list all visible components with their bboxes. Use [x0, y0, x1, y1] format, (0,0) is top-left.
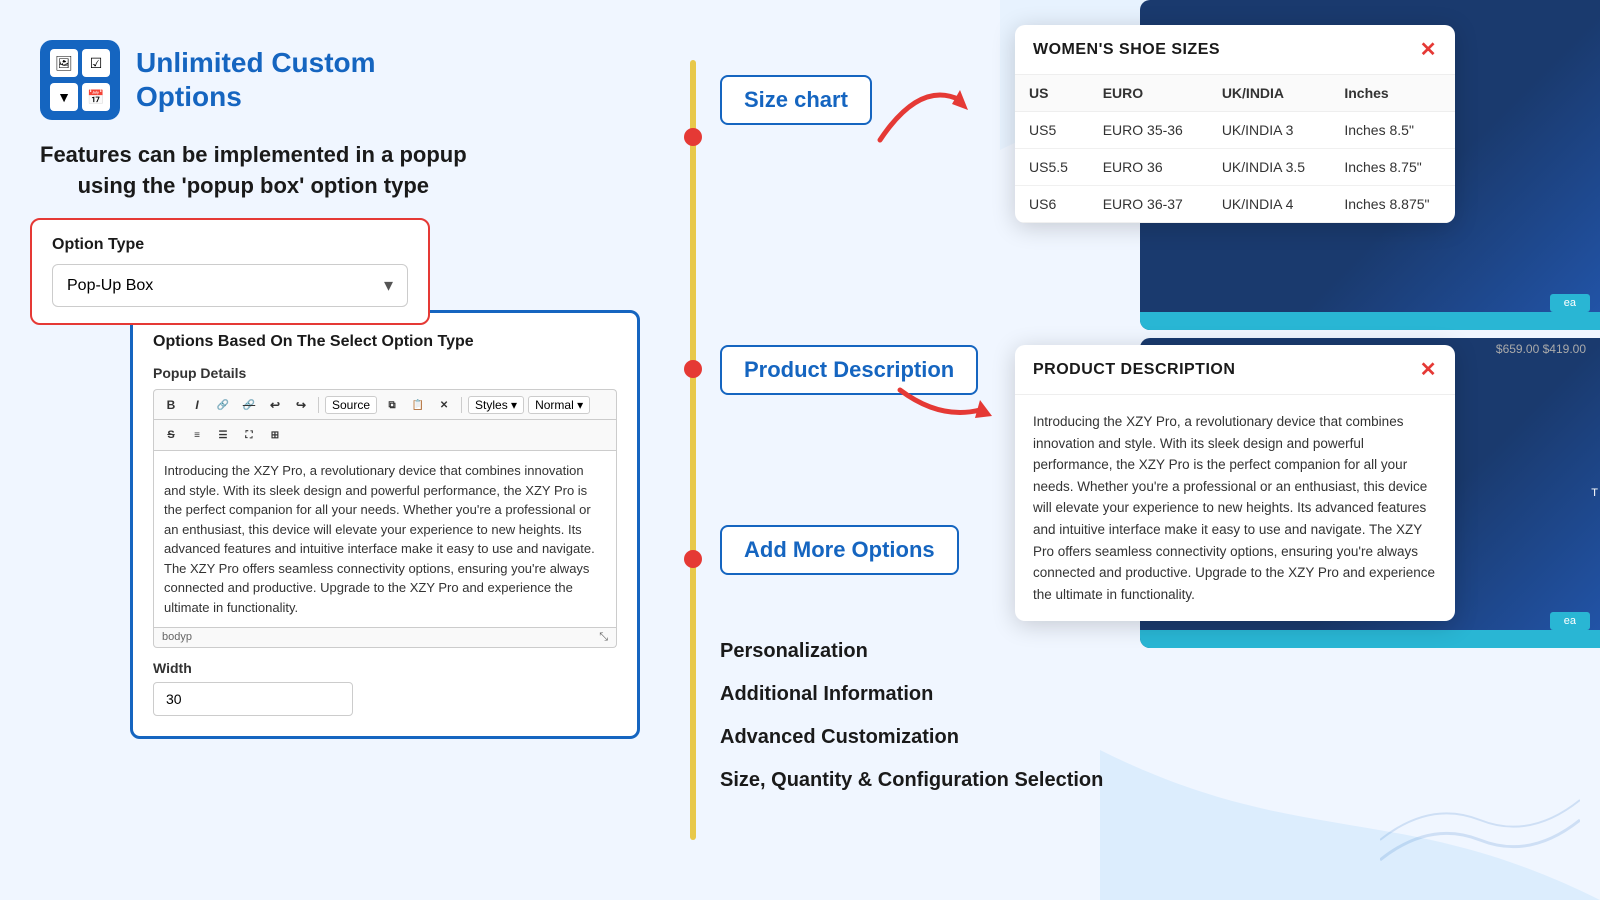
feature-item-advanced: Advanced Customization — [720, 726, 1103, 749]
product-desc-header: PRODUCT DESCRIPTION ✕ — [1015, 345, 1455, 395]
option-type-value: Pop-Up Box — [67, 277, 153, 295]
cell-uk6: UK/INDIA 4 — [1208, 186, 1331, 223]
styles-dropdown[interactable]: Styles ▾ — [468, 396, 524, 414]
cell-uk5: UK/INDIA 3 — [1208, 112, 1331, 149]
size-chart-header: WOMEN'S SHOE SIZES ✕ — [1015, 25, 1455, 75]
resize-handle[interactable]: ⤡ — [599, 631, 608, 644]
timeline-dot-3 — [684, 550, 702, 568]
editor-toolbar-2: S ≡ ☰ ⛶ ⊞ — [153, 419, 617, 450]
feature-item-personalization: Personalization — [720, 640, 1103, 663]
normal-dropdown[interactable]: Normal ▾ — [528, 396, 590, 414]
arrow-size-chart — [860, 60, 980, 160]
bold-button[interactable]: B — [160, 394, 182, 416]
option-type-label: Option Type — [52, 236, 408, 254]
cell-in55: Inches 8.75" — [1330, 149, 1455, 186]
copy-button[interactable]: ⧉ — [381, 394, 403, 416]
timeline-dot-1 — [684, 128, 702, 146]
cell-euro55: EURO 36 — [1089, 149, 1208, 186]
toolbar-separator-1 — [318, 397, 319, 413]
feature-item-size: Size, Quantity & Configuration Selection — [720, 769, 1103, 792]
product-description-popup: PRODUCT DESCRIPTION ✕ Introducing the XZ… — [1015, 345, 1455, 621]
width-input[interactable] — [153, 682, 353, 716]
cell-euro6: EURO 36-37 — [1089, 186, 1208, 223]
feature-text: Features can be implemented in a popupus… — [40, 140, 467, 202]
link-button[interactable]: 🔗 — [212, 394, 234, 416]
size-chart-label: Size chart — [720, 75, 872, 125]
table-header-row: US EURO UK/INDIA Inches — [1015, 75, 1455, 112]
logo-icon-3: ▼ — [50, 83, 78, 111]
italic-button[interactable]: I — [186, 394, 208, 416]
cell-us5: US5 — [1015, 112, 1089, 149]
feature-item-additional: Additional Information — [720, 683, 1103, 706]
table-row: US5 EURO 35-36 UK/INDIA 3 Inches 8.5" — [1015, 112, 1455, 149]
size-chart-table: US EURO UK/INDIA Inches US5 EURO 35-36 U… — [1015, 75, 1455, 223]
logo-title: Unlimited Custom Options — [136, 46, 376, 113]
col-uk: UK/INDIA — [1208, 75, 1331, 112]
product-desc-title: PRODUCT DESCRIPTION — [1033, 361, 1235, 379]
chevron-down-icon: ▾ — [384, 275, 393, 296]
timeline-dot-2 — [684, 360, 702, 378]
product-desc-content: Introducing the XZY Pro, a revolutionary… — [1033, 411, 1437, 605]
cell-in6: Inches 8.875" — [1330, 186, 1455, 223]
remove-format-button[interactable]: ✕ — [433, 394, 455, 416]
editor-tag2: p — [186, 631, 192, 644]
option-type-box: Option Type Pop-Up Box ▾ — [30, 218, 430, 325]
logo-icon-1: 🖼 — [50, 49, 78, 77]
editor-toolbar: B I 🔗 🔗 ↩ ↪ Source ⧉ 📋 ✕ Styles ▾ Normal… — [153, 389, 617, 420]
width-label: Width — [153, 660, 617, 676]
cell-in5: Inches 8.5" — [1330, 112, 1455, 149]
cell-euro5: EURO 35-36 — [1089, 112, 1208, 149]
editor-footer: body p ⤡ — [153, 628, 617, 648]
feature-items-list: Personalization Additional Information A… — [720, 640, 1103, 792]
popup-details-label: Popup Details — [153, 365, 617, 381]
product-desc-body: Introducing the XZY Pro, a revolutionary… — [1015, 395, 1455, 621]
table-row: US5.5 EURO 36 UK/INDIA 3.5 Inches 8.75" — [1015, 149, 1455, 186]
logo-box: 🖼 ☑ ▼ 📅 — [40, 40, 120, 120]
editor-panel: Options Based On The Select Option Type … — [130, 310, 640, 739]
unlink-button[interactable]: 🔗 — [238, 394, 260, 416]
header: 🖼 ☑ ▼ 📅 Unlimited Custom Options — [40, 40, 376, 120]
source-button[interactable]: Source — [325, 396, 377, 414]
col-euro: EURO — [1089, 75, 1208, 112]
col-us: US — [1015, 75, 1089, 112]
undo-button[interactable]: ↩ — [264, 394, 286, 416]
editor-content-area[interactable]: Introducing the XZY Pro, a revolutionary… — [153, 450, 617, 628]
table-row: US6 EURO 36-37 UK/INDIA 4 Inches 8.875" — [1015, 186, 1455, 223]
deco-wave — [1380, 780, 1580, 880]
logo-icon-2: ☑ — [82, 49, 110, 77]
toolbar-separator-2 — [461, 397, 462, 413]
cell-us55: US5.5 — [1015, 149, 1089, 186]
editor-tag1: body — [162, 631, 186, 644]
cell-uk55: UK/INDIA 3.5 — [1208, 149, 1331, 186]
strikethrough-button[interactable]: S — [160, 424, 182, 446]
editor-panel-title: Options Based On The Select Option Type — [153, 333, 617, 351]
product-description-label: Product Description — [720, 345, 978, 395]
cell-us6: US6 — [1015, 186, 1089, 223]
product-desc-close-button[interactable]: ✕ — [1420, 357, 1437, 382]
option-type-select[interactable]: Pop-Up Box ▾ — [52, 264, 408, 307]
redo-button[interactable]: ↪ — [290, 394, 312, 416]
table-button[interactable]: ⊞ — [264, 424, 286, 446]
size-chart-tbody: US5 EURO 35-36 UK/INDIA 3 Inches 8.5" US… — [1015, 112, 1455, 223]
timeline-line — [690, 60, 696, 840]
size-chart-popup: WOMEN'S SHOE SIZES ✕ US EURO UK/INDIA In… — [1015, 25, 1455, 223]
col-inches: Inches — [1330, 75, 1455, 112]
size-chart-close-button[interactable]: ✕ — [1420, 37, 1437, 62]
editor-text: Introducing the XZY Pro, a revolutionary… — [164, 461, 606, 617]
add-more-options-label: Add More Options — [720, 525, 959, 575]
logo-icon-4: 📅 — [82, 83, 110, 111]
size-chart-title: WOMEN'S SHOE SIZES — [1033, 41, 1220, 59]
paste-button[interactable]: 📋 — [407, 394, 429, 416]
fullscreen-button[interactable]: ⛶ — [238, 424, 260, 446]
unordered-list-button[interactable]: ☰ — [212, 424, 234, 446]
ordered-list-button[interactable]: ≡ — [186, 424, 208, 446]
